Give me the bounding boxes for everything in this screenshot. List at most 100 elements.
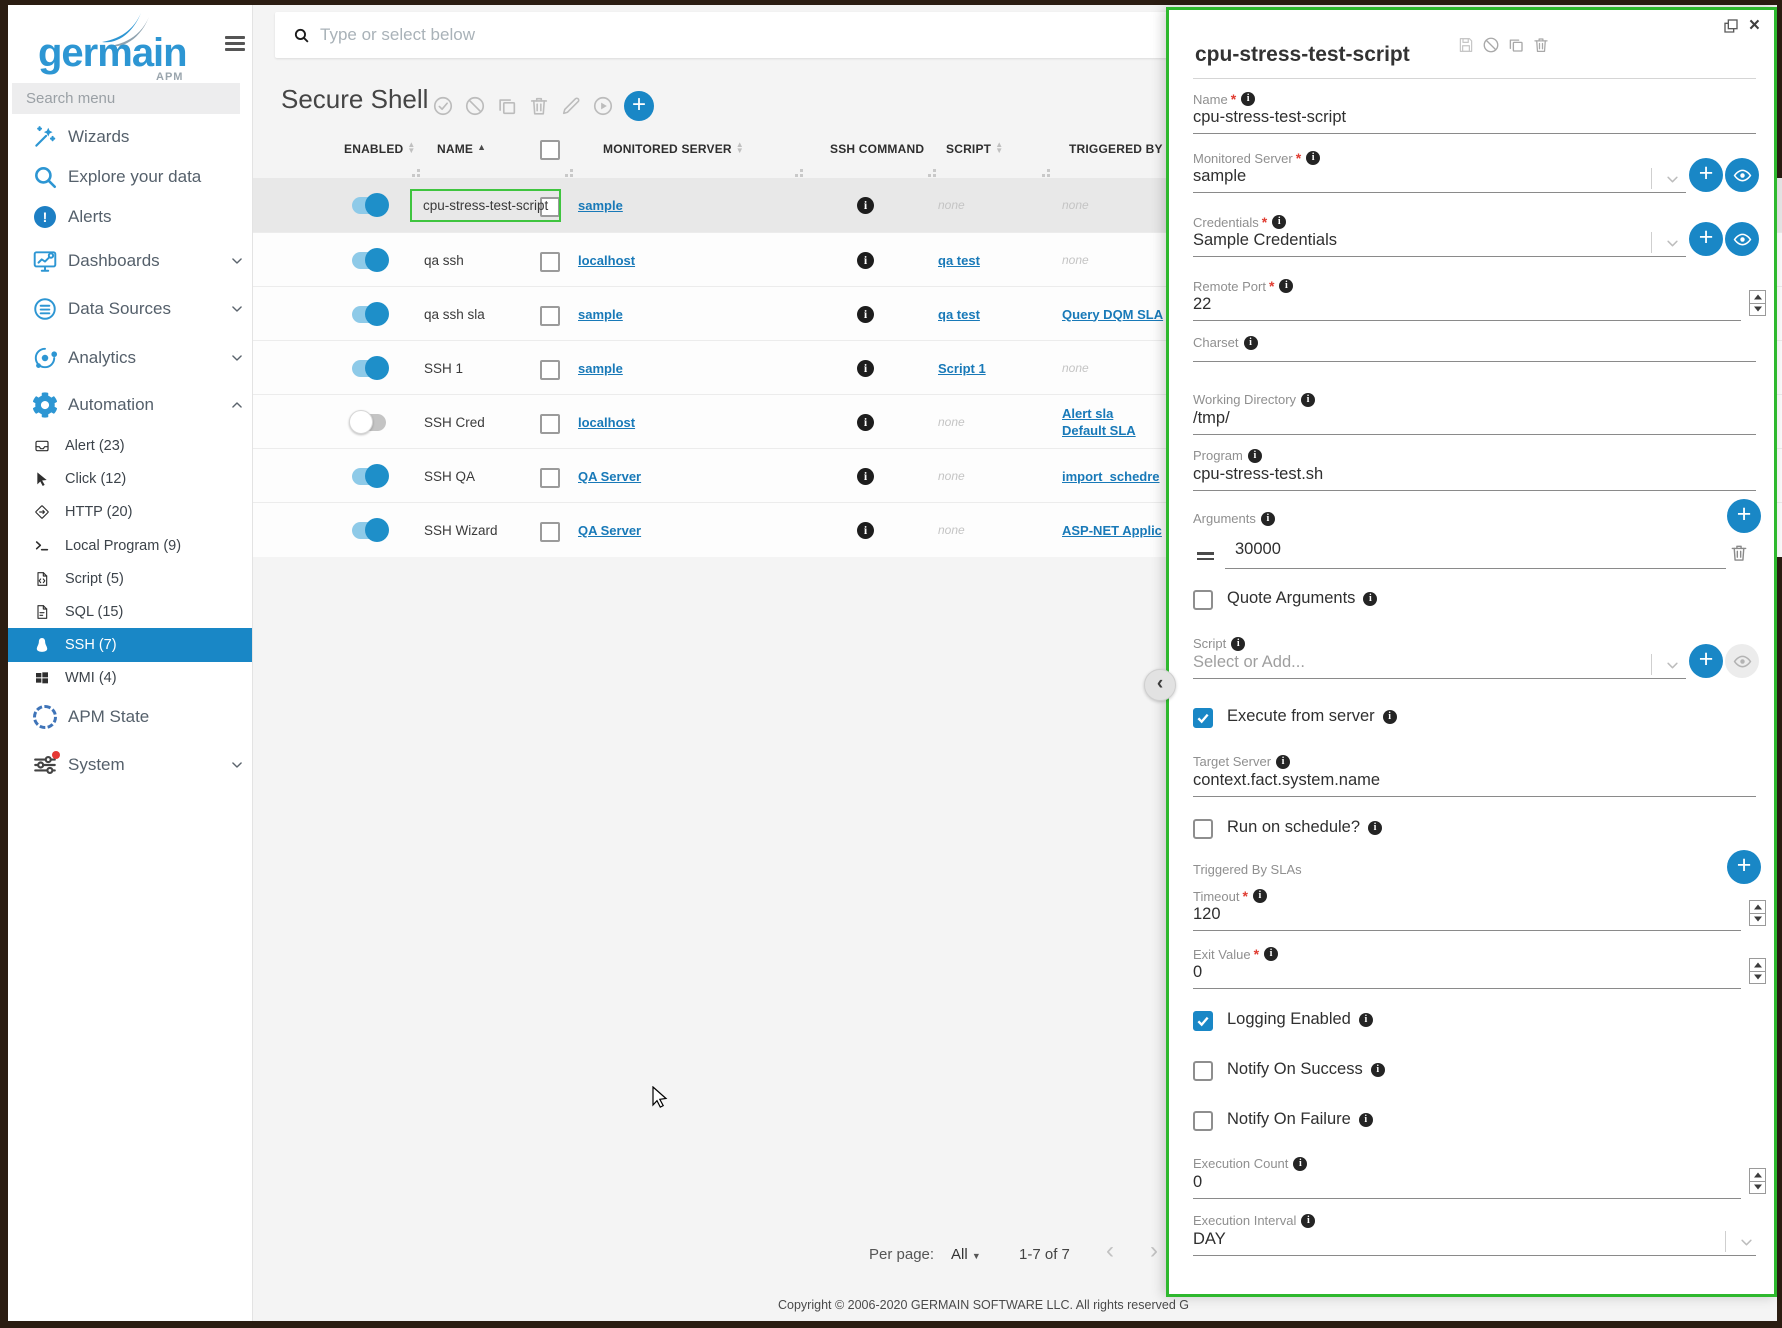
ssh-command-info-icon[interactable]: i <box>857 306 874 323</box>
column-resize-grip[interactable] <box>928 174 931 177</box>
sidebar-item-alerts[interactable]: !Alerts <box>8 199 252 235</box>
script-link[interactable]: Script 1 <box>938 361 986 376</box>
execution-interval-input[interactable]: DAY <box>1193 1230 1226 1249</box>
add-button[interactable]: + <box>624 91 654 121</box>
row-checkbox[interactable] <box>540 360 560 380</box>
add-credentials-button[interactable]: + <box>1689 222 1723 256</box>
sidebar-item-http[interactable]: HTTP (20) <box>8 495 252 529</box>
triggered-sla-link[interactable]: ASP-NET Applic <box>1062 523 1162 538</box>
edit-button[interactable] <box>560 95 582 117</box>
copy-button[interactable] <box>496 95 518 117</box>
delete-button[interactable] <box>528 95 550 117</box>
ssh-command-info-icon[interactable]: i <box>857 522 874 539</box>
script-link[interactable]: qa test <box>938 307 980 322</box>
sidebar-item-system[interactable]: System <box>8 747 252 783</box>
ssh-command-info-icon[interactable]: i <box>857 360 874 377</box>
row-checkbox[interactable] <box>540 468 560 488</box>
enabled-toggle[interactable] <box>352 252 386 269</box>
logging-enabled-checkbox[interactable] <box>1193 1011 1213 1031</box>
panel-collapse-button[interactable]: ‹ <box>1144 669 1176 701</box>
column-header-name[interactable]: NAME▲ <box>437 142 486 156</box>
monitored-server-link[interactable]: localhost <box>578 253 635 268</box>
sidebar-item-alert[interactable]: Alert (23) <box>8 429 252 463</box>
monitored-server-input[interactable]: sample <box>1193 167 1246 186</box>
view-script-button[interactable] <box>1725 644 1759 678</box>
disable-button[interactable] <box>464 95 486 117</box>
row-checkbox[interactable] <box>540 414 560 434</box>
column-resize-grip[interactable] <box>565 174 568 177</box>
column-header-ssh-command[interactable]: SSH COMMAND <box>830 142 924 156</box>
notify-on-success-checkbox[interactable] <box>1193 1061 1213 1081</box>
monitored-server-link[interactable]: localhost <box>578 415 635 430</box>
sidebar-item-data-sources[interactable]: Data Sources <box>8 291 252 327</box>
credentials-input[interactable]: Sample Credentials <box>1193 231 1337 250</box>
sidebar-item-automation[interactable]: Automation <box>8 387 252 423</box>
monitored-server-link[interactable]: QA Server <box>578 469 641 484</box>
sort-icon[interactable]: ▲▼ <box>407 142 415 154</box>
notify-on-failure-checkbox[interactable] <box>1193 1111 1213 1131</box>
number-spinner[interactable] <box>1749 1168 1766 1194</box>
sidebar-item-analytics[interactable]: Analytics <box>8 340 252 376</box>
sort-icon[interactable]: ▲▼ <box>736 142 744 154</box>
drag-handle-icon[interactable] <box>1197 552 1214 560</box>
chevron-down-icon[interactable] <box>1739 1235 1754 1250</box>
ssh-command-info-icon[interactable]: i <box>857 197 874 214</box>
sidebar-item-script[interactable]: Script (5) <box>8 562 252 596</box>
add-triggered-by-slas-button[interactable]: + <box>1727 850 1761 884</box>
panel-save-button[interactable] <box>1457 36 1475 54</box>
row-checkbox[interactable] <box>540 252 560 272</box>
column-resize-grip[interactable] <box>1042 174 1045 177</box>
sidebar-item-apm-state[interactable]: APM State <box>8 699 252 735</box>
enabled-toggle[interactable] <box>352 414 386 431</box>
number-spinner[interactable] <box>1749 958 1766 984</box>
sort-asc-icon[interactable]: ▲ <box>477 142 486 152</box>
sidebar-item-wmi[interactable]: WMI (4) <box>8 661 252 695</box>
enabled-toggle[interactable] <box>352 197 386 214</box>
sidebar-item-dashboards[interactable]: Dashboards <box>8 243 252 279</box>
view-monitored-server-button[interactable] <box>1725 158 1759 192</box>
add-script-button[interactable]: + <box>1689 644 1723 678</box>
prev-page-button[interactable]: ‹ <box>1106 1241 1114 1261</box>
chevron-down-icon[interactable] <box>1665 236 1680 251</box>
triggered-sla-link[interactable]: import_schedre <box>1062 469 1160 484</box>
exit-value-input[interactable]: 0 <box>1193 963 1202 982</box>
ssh-command-info-icon[interactable]: i <box>857 414 874 431</box>
script-link[interactable]: qa test <box>938 253 980 268</box>
number-spinner[interactable] <box>1749 900 1766 926</box>
number-spinner[interactable] <box>1749 290 1766 316</box>
monitored-server-link[interactable]: sample <box>578 198 623 213</box>
ssh-command-info-icon[interactable]: i <box>857 468 874 485</box>
run-on-schedule-checkbox[interactable] <box>1193 819 1213 839</box>
timeout-input[interactable]: 120 <box>1193 905 1221 924</box>
close-icon[interactable]: × <box>1749 18 1760 34</box>
program-input[interactable]: cpu-stress-test.sh <box>1193 465 1323 484</box>
sidebar-item-local-program[interactable]: Local Program (9) <box>8 529 252 563</box>
script-input[interactable]: Select or Add... <box>1193 653 1305 672</box>
enable-button[interactable] <box>432 95 454 117</box>
row-checkbox[interactable] <box>540 306 560 326</box>
remote-port-input[interactable]: 22 <box>1193 295 1211 314</box>
panel-disable-button[interactable] <box>1482 36 1500 54</box>
enabled-toggle[interactable] <box>352 468 386 485</box>
name-input[interactable]: cpu-stress-test-script <box>1193 108 1346 127</box>
delete-argument-button[interactable] <box>1729 543 1749 563</box>
chevron-down-icon[interactable] <box>1665 658 1680 673</box>
sidebar-item-wizards[interactable]: Wizards <box>8 119 252 155</box>
column-resize-grip[interactable] <box>795 174 798 177</box>
monitored-server-link[interactable]: sample <box>578 361 623 376</box>
next-page-button[interactable]: › <box>1150 1241 1158 1261</box>
monitored-server-link[interactable]: sample <box>578 307 623 322</box>
enabled-toggle[interactable] <box>352 522 386 539</box>
panel-copy-button[interactable] <box>1507 36 1525 54</box>
add-arguments-button[interactable]: + <box>1727 499 1761 533</box>
sidebar-search-input[interactable] <box>12 83 240 114</box>
maximize-icon[interactable] <box>1723 18 1739 34</box>
column-header-enabled[interactable]: ENABLED▲▼ <box>344 142 416 156</box>
ssh-command-info-icon[interactable]: i <box>857 252 874 269</box>
run-button[interactable] <box>592 95 614 117</box>
hamburger-menu-icon[interactable] <box>225 36 245 52</box>
column-header-script[interactable]: SCRIPT▲▼ <box>946 142 1003 156</box>
sort-icon[interactable]: ▲▼ <box>995 142 1003 154</box>
column-resize-grip[interactable] <box>412 174 415 177</box>
target-server-input[interactable]: context.fact.system.name <box>1193 771 1380 790</box>
